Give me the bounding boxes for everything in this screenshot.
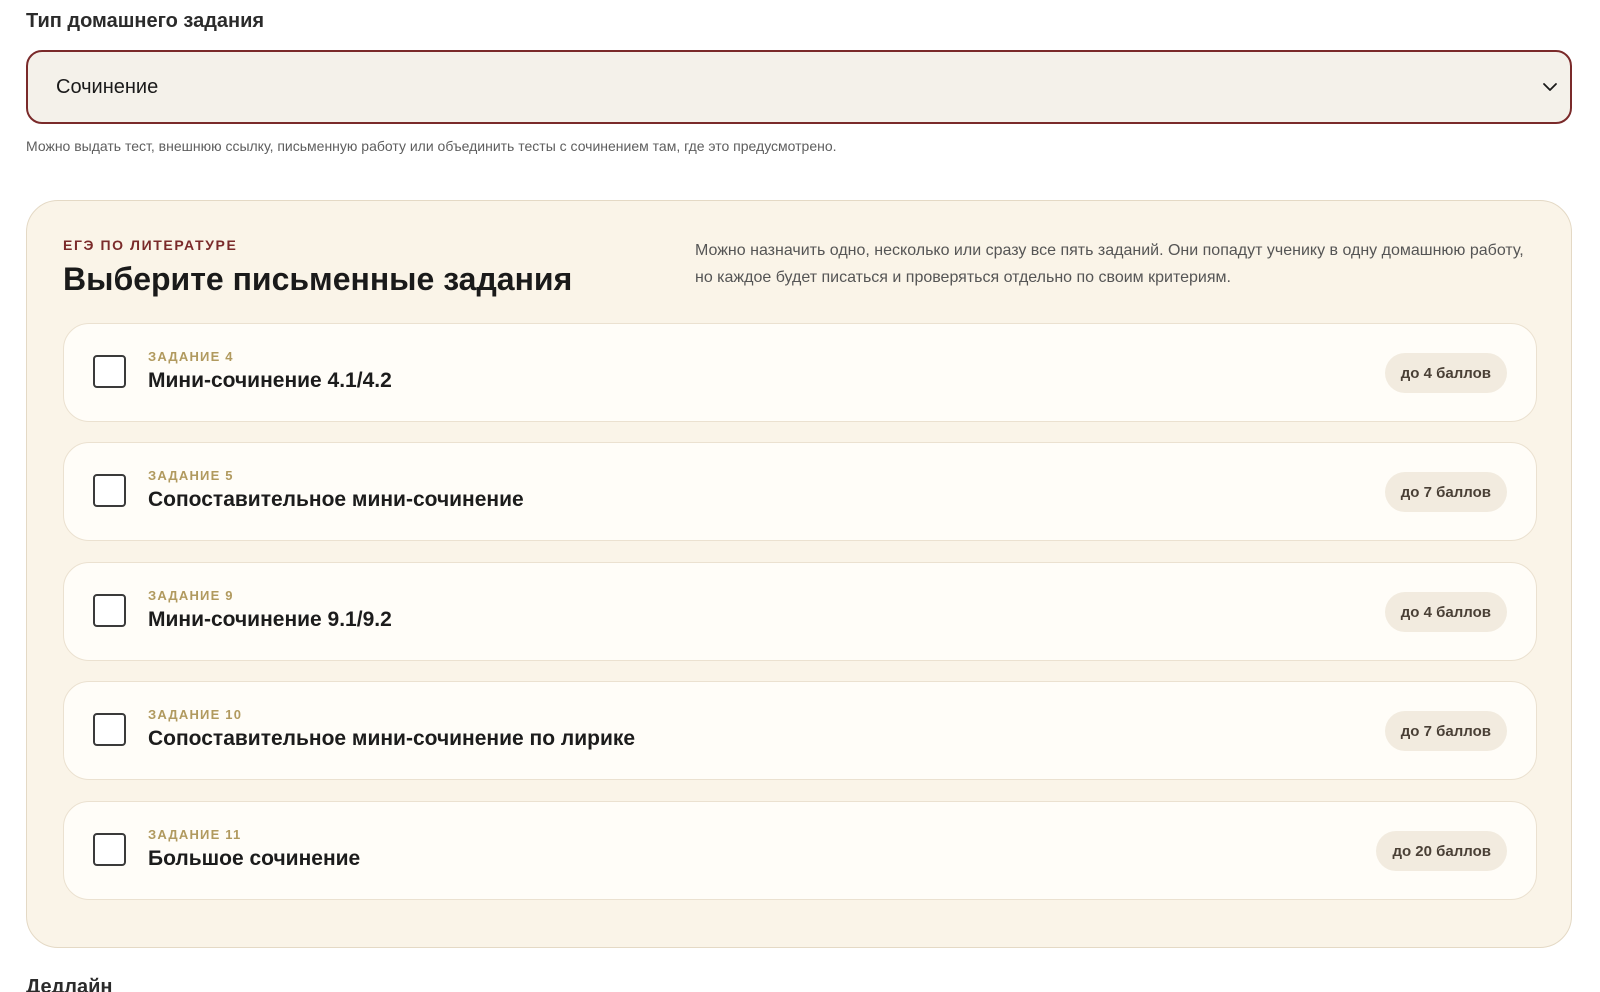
task-checkbox[interactable] [93,713,126,746]
task-checkbox[interactable] [93,594,126,627]
task-checkbox[interactable] [93,355,126,388]
task-card-11[interactable]: ЗАДАНИЕ 11 Большое сочинение до 20 балло… [63,801,1537,900]
task-title: Большое сочинение [148,847,361,870]
panel-description: Можно назначить одно, несколько или сраз… [695,242,1524,286]
homework-type-hint: Можно выдать тест, внешнюю ссылку, письм… [26,138,837,154]
points-badge: до 7 баллов [1384,711,1507,751]
points-badge: до 4 баллов [1384,592,1507,632]
homework-type-value: Сочинение [56,75,159,98]
task-number: ЗАДАНИЕ 5 [148,468,234,483]
task-title: Мини-сочинение 4.1/4.2 [148,369,392,392]
written-tasks-panel: ЕГЭ ПО ЛИТЕРАТУРЕ Выберите письменные за… [26,200,1572,948]
task-card-4[interactable]: ЗАДАНИЕ 4 Мини-сочинение 4.1/4.2 до 4 ба… [63,323,1537,422]
homework-type-select[interactable]: Сочинение [26,50,1572,124]
task-checkbox[interactable] [93,833,126,866]
points-badge: до 7 баллов [1384,472,1507,512]
task-number: ЗАДАНИЕ 4 [148,349,234,364]
task-number: ЗАДАНИЕ 10 [148,707,243,722]
deadline-label: Дедлайн [26,976,113,992]
task-checkbox[interactable] [93,474,126,507]
points-badge: до 4 баллов [1384,353,1507,393]
panel-title: Выберите письменные задания [63,261,573,297]
panel-eyebrow: ЕГЭ ПО ЛИТЕРАТУРЕ [63,237,238,253]
task-number: ЗАДАНИЕ 11 [148,827,242,842]
points-badge: до 20 баллов [1376,831,1507,871]
task-number: ЗАДАНИЕ 9 [148,588,234,603]
task-title: Сопоставительное мини-сочинение по лирик… [148,727,636,750]
task-card-5[interactable]: ЗАДАНИЕ 5 Сопоставительное мини-сочинени… [63,442,1537,541]
homework-form: Тип домашнего задания Сочинение Можно вы… [0,0,1600,992]
homework-type-label: Тип домашнего задания [26,10,265,32]
task-title: Мини-сочинение 9.1/9.2 [148,608,392,631]
chevron-down-icon [1543,83,1557,91]
task-card-9[interactable]: ЗАДАНИЕ 9 Мини-сочинение 9.1/9.2 до 4 ба… [63,562,1537,661]
task-title: Сопоставительное мини-сочинение [148,488,524,511]
task-card-10[interactable]: ЗАДАНИЕ 10 Сопоставительное мини-сочинен… [63,681,1537,780]
